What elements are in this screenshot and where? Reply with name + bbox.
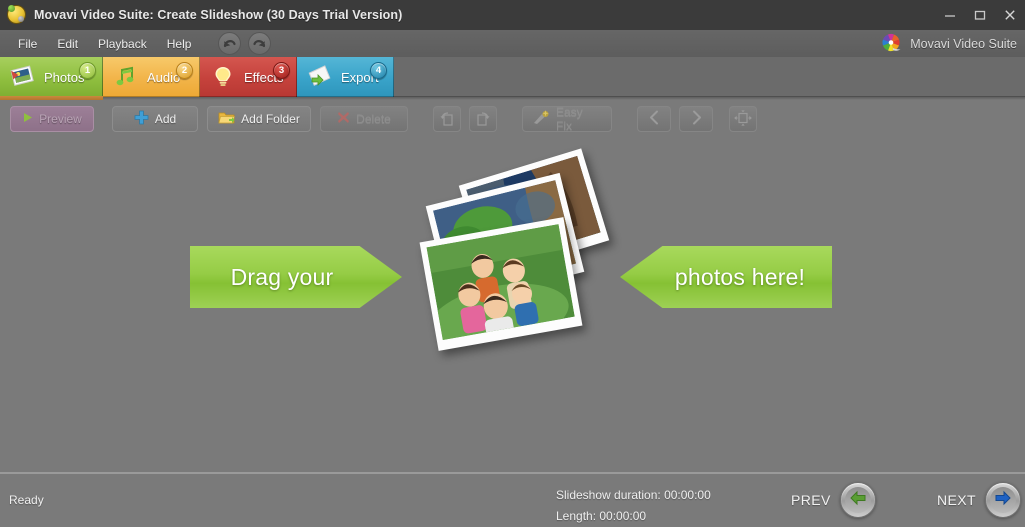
delete-button[interactable]: Delete: [320, 106, 408, 132]
prev-photo-button[interactable]: [637, 106, 671, 132]
add-button-label: Add: [154, 112, 177, 126]
tab-photos[interactable]: Photos 1: [0, 57, 103, 97]
brand-area: Movavi Video Suite: [881, 30, 1017, 57]
minimize-icon[interactable]: [935, 0, 965, 30]
window-controls: [935, 0, 1025, 30]
rotate-right-button[interactable]: [469, 106, 497, 132]
folder-icon: [218, 110, 236, 128]
audio-note-icon: [113, 65, 139, 89]
tab-export-badge: 4: [370, 62, 387, 79]
prev-step-label: PREV: [791, 492, 831, 508]
plus-icon: [134, 110, 149, 128]
redo-icon[interactable]: [248, 32, 272, 55]
movavi-ball-icon: [7, 5, 27, 25]
menu-file[interactable]: File: [9, 34, 46, 54]
lightbulb-icon: [210, 65, 236, 89]
tab-photos-badge: 1: [79, 62, 96, 79]
next-photo-button[interactable]: [679, 106, 713, 132]
tab-export[interactable]: Export 4: [297, 57, 394, 97]
delete-button-label: Delete: [356, 112, 391, 126]
fit-to-screen-icon: [734, 109, 752, 129]
length-label: Length: 00:00:00: [556, 509, 647, 523]
undo-redo-group: [218, 32, 272, 55]
photo-thumb-front: [419, 217, 583, 351]
drop-hint-right-label: photos here!: [674, 263, 806, 290]
arrow-right-icon: [994, 490, 1012, 511]
menu-help[interactable]: Help: [158, 34, 201, 54]
tab-audio-badge: 2: [176, 62, 193, 79]
red-x-icon: [337, 111, 350, 127]
rotate-right-icon: [475, 110, 491, 129]
easy-fix-button[interactable]: Easy Fix: [522, 105, 612, 133]
menu-bar: File Edit Playback Help Movavi Video Sui…: [0, 30, 1025, 58]
window-title: Movavi Video Suite: Create Slideshow (30…: [34, 8, 403, 22]
photos-icon: [10, 65, 36, 89]
next-step-circle[interactable]: [984, 482, 1021, 518]
close-icon[interactable]: [995, 0, 1025, 30]
easy-fix-button-label: Easy Fix: [556, 105, 583, 133]
play-icon: [22, 112, 33, 126]
duration-info: Slideshow duration: 00:00:00 Length: 00:…: [556, 485, 711, 527]
drop-hint-left-label: Drag your: [230, 263, 334, 290]
menu-playback[interactable]: Playback: [89, 34, 156, 54]
magic-wand-icon: [533, 110, 550, 128]
chevron-right-icon: [690, 110, 703, 128]
movavi-slideshow-window: Movavi Video Suite: Create Slideshow (30…: [0, 0, 1025, 526]
toolbar: Preview Add Add Folder Delete Easy Fix: [0, 100, 1025, 138]
export-icon: [307, 65, 333, 89]
undo-icon[interactable]: [218, 32, 242, 55]
chevron-left-icon: [648, 110, 661, 128]
fit-to-screen-button[interactable]: [729, 106, 757, 132]
movavi-pinwheel-logo: [881, 33, 902, 54]
tab-effects-badge: 3: [273, 62, 290, 79]
status-bar: Ready Slideshow duration: 00:00:00 Lengt…: [0, 474, 1025, 526]
prev-step-button[interactable]: PREV: [791, 482, 876, 518]
drop-hint-right: photos here!: [620, 246, 832, 308]
next-step-label: NEXT: [937, 492, 976, 508]
add-folder-button[interactable]: Add Folder: [207, 106, 311, 132]
rotate-left-button[interactable]: [433, 106, 461, 132]
drop-hint-left: Drag your: [190, 246, 402, 308]
brand-label: Movavi Video Suite: [910, 36, 1017, 51]
tab-effects[interactable]: Effects 3: [200, 57, 297, 97]
prev-step-circle[interactable]: [839, 482, 876, 518]
title-bar: Movavi Video Suite: Create Slideshow (30…: [0, 0, 1025, 31]
add-folder-button-label: Add Folder: [241, 112, 300, 126]
photo-stack-illustration: [418, 148, 618, 351]
maximize-icon[interactable]: [965, 0, 995, 30]
next-step-button[interactable]: NEXT: [937, 482, 1021, 518]
menu-edit[interactable]: Edit: [48, 34, 87, 54]
status-text: Ready: [9, 493, 44, 507]
tab-strip: Photos 1 Audio 2 Effects 3 Export 4: [0, 57, 1025, 97]
rotate-left-icon: [439, 110, 455, 129]
preview-button[interactable]: Preview: [10, 106, 94, 132]
tab-audio[interactable]: Audio 2: [103, 57, 200, 97]
photo-drop-canvas[interactable]: Drag your photos here!: [0, 138, 1025, 472]
add-button[interactable]: Add: [112, 106, 198, 132]
preview-button-label: Preview: [39, 112, 82, 126]
slideshow-duration-label: Slideshow duration: 00:00:00: [556, 488, 711, 502]
arrow-left-icon: [849, 490, 867, 511]
